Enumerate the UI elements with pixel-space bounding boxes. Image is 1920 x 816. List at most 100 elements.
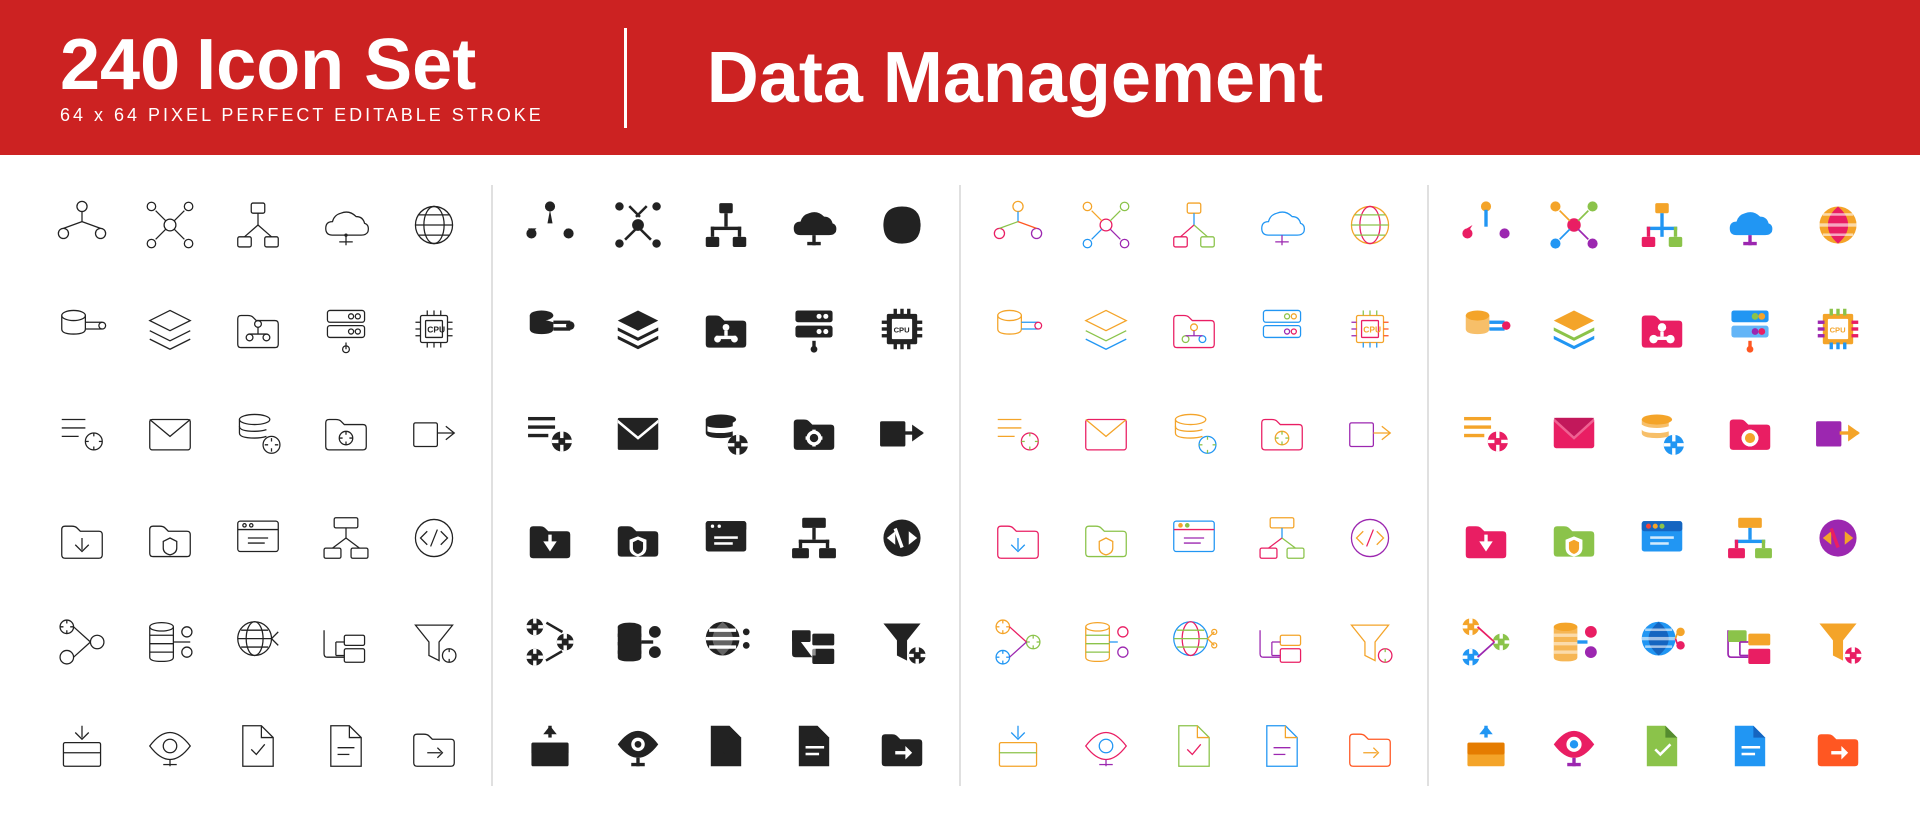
icon-cloud-color-solid bbox=[1708, 175, 1792, 275]
icon-server-settings-color-solid bbox=[1708, 279, 1792, 379]
icon-server-hierarchy-outline bbox=[304, 487, 388, 587]
icon-hierarchy-color-solid bbox=[1620, 175, 1704, 275]
header-left: 240 Icon Set 64 x 64 PIXEL PERFECT EDITA… bbox=[60, 29, 544, 126]
icon-cpu-outline: CPU bbox=[392, 279, 476, 379]
icon-globe-network-color-solid bbox=[1620, 592, 1704, 692]
icon-cpu-solid: CPU bbox=[860, 279, 944, 379]
icon-server-settings-color-outline bbox=[1240, 279, 1324, 379]
divider-2 bbox=[959, 185, 961, 786]
icon-layers-color-solid bbox=[1532, 279, 1616, 379]
icon-box-transfer-outline bbox=[392, 383, 476, 483]
icon-document-shield-color-solid bbox=[1620, 696, 1704, 796]
icon-global-network-color-outline bbox=[1328, 175, 1412, 275]
icon-box-transfer-color-outline bbox=[1328, 383, 1412, 483]
divider-3 bbox=[1427, 185, 1429, 786]
icon-data-nodes-solid bbox=[596, 175, 680, 275]
icon-folder-shield-solid bbox=[596, 487, 680, 587]
icon-database-flow-solid bbox=[508, 279, 592, 379]
icon-eye-data-color-solid bbox=[1532, 696, 1616, 796]
icon-cloud-solid bbox=[772, 175, 856, 275]
icon-settings-flow-color-outline bbox=[976, 592, 1060, 692]
icon-settings-flow-solid bbox=[508, 592, 592, 692]
icon-browser-data-color-solid bbox=[1620, 487, 1704, 587]
icon-layers-color-outline bbox=[1064, 279, 1148, 379]
icon-browser-data-solid bbox=[684, 487, 768, 587]
icon-cloud-color-outline bbox=[1240, 175, 1324, 275]
icon-document-settings-color-outline bbox=[1240, 696, 1324, 796]
icon-database-cylinders-color-outline bbox=[1064, 592, 1148, 692]
icon-email-outline bbox=[128, 383, 212, 483]
icon-cpu-color-outline: CPU bbox=[1328, 279, 1412, 379]
icon-folder-settings-color-outline bbox=[1240, 383, 1324, 483]
icon-hierarchy-color-outline bbox=[1152, 175, 1236, 275]
icon-folder-download-outline bbox=[40, 487, 124, 587]
icon-folder-network-color-solid bbox=[1620, 279, 1704, 379]
icon-code-settings-solid bbox=[860, 487, 944, 587]
content-area: CPU bbox=[0, 155, 1920, 816]
icon-box-download-outline bbox=[40, 696, 124, 796]
icon-folder-network-color-outline bbox=[1152, 279, 1236, 379]
icon-layers-outline bbox=[128, 279, 212, 379]
icon-settings-flow-outline bbox=[40, 592, 124, 692]
icon-folder-hierarchy-color-outline bbox=[1240, 592, 1324, 692]
icon-email-color-solid bbox=[1532, 383, 1616, 483]
icon-data-flow-solid bbox=[508, 175, 592, 275]
icon-database-cylinders-solid bbox=[596, 592, 680, 692]
color-outline-section: CPU bbox=[966, 175, 1422, 796]
header-divider bbox=[624, 28, 627, 128]
svg-text:CPU: CPU bbox=[894, 326, 911, 335]
header-category: Data Management bbox=[707, 37, 1323, 119]
icon-email-color-outline bbox=[1064, 383, 1148, 483]
icon-filter-data-outline bbox=[392, 592, 476, 692]
icon-document-settings-solid bbox=[772, 696, 856, 796]
icon-filter-data-solid bbox=[860, 592, 944, 692]
icon-box-download-color-outline bbox=[976, 696, 1060, 796]
icon-folder-download-color-solid bbox=[1444, 487, 1528, 587]
icon-data-nodes-color-solid bbox=[1532, 175, 1616, 275]
divider-1 bbox=[491, 185, 493, 786]
icon-folder-download-solid bbox=[508, 487, 592, 587]
icon-database-settings-color-outline bbox=[1152, 383, 1236, 483]
icon-folder-download-color-outline bbox=[976, 487, 1060, 587]
icon-list-settings-color-solid bbox=[1444, 383, 1528, 483]
icon-list-settings-solid bbox=[508, 383, 592, 483]
icon-box-download-color-solid bbox=[1444, 696, 1528, 796]
svg-text:CPU: CPU bbox=[1363, 325, 1381, 335]
header-subtitle: 64 x 64 PIXEL PERFECT EDITABLE STROKE bbox=[60, 105, 544, 126]
icon-hierarchy-solid bbox=[684, 175, 768, 275]
icon-folder-shield-color-solid bbox=[1532, 487, 1616, 587]
icon-data-nodes-color-outline bbox=[1064, 175, 1148, 275]
icon-set-label: Icon Set bbox=[196, 29, 476, 101]
icon-folder-network-outline bbox=[216, 279, 300, 379]
icon-folder-shield-outline bbox=[128, 487, 212, 587]
icon-layers-solid bbox=[596, 279, 680, 379]
svg-text:CPU: CPU bbox=[427, 325, 445, 335]
icon-settings-flow-color-solid bbox=[1444, 592, 1528, 692]
icon-data-nodes-outline bbox=[128, 175, 212, 275]
icon-code-settings-color-outline bbox=[1328, 487, 1412, 587]
icon-document-settings-color-solid bbox=[1708, 696, 1792, 796]
icon-database-cylinders-color-solid bbox=[1532, 592, 1616, 692]
icon-code-settings-outline bbox=[392, 487, 476, 587]
icon-database-cylinders-outline bbox=[128, 592, 212, 692]
icon-folder-hierarchy-color-solid bbox=[1708, 592, 1792, 692]
icon-browser-data-color-outline bbox=[1152, 487, 1236, 587]
solid-grid: CPU bbox=[508, 175, 944, 796]
icon-list-settings-color-outline bbox=[976, 383, 1060, 483]
solid-section: CPU bbox=[498, 175, 954, 796]
icon-list-settings-outline bbox=[40, 383, 124, 483]
icon-folder-shield-color-outline bbox=[1064, 487, 1148, 587]
icon-folder-hierarchy-solid bbox=[772, 592, 856, 692]
header-count-title: 240 Icon Set bbox=[60, 29, 544, 101]
icon-eye-data-solid bbox=[596, 696, 680, 796]
icon-document-shield-solid bbox=[684, 696, 768, 796]
icon-data-flow-outline bbox=[40, 175, 124, 275]
icon-folder-transfer-outline bbox=[392, 696, 476, 796]
icon-globe-network-color-outline bbox=[1152, 592, 1236, 692]
icon-folder-transfer-color-solid bbox=[1796, 696, 1880, 796]
icon-cpu-color-solid: CPU bbox=[1796, 279, 1880, 379]
icon-database-flow-color-outline bbox=[976, 279, 1060, 379]
outline-grid: CPU bbox=[40, 175, 476, 796]
icon-filter-data-color-outline bbox=[1328, 592, 1412, 692]
icon-global-network-solid bbox=[860, 175, 944, 275]
